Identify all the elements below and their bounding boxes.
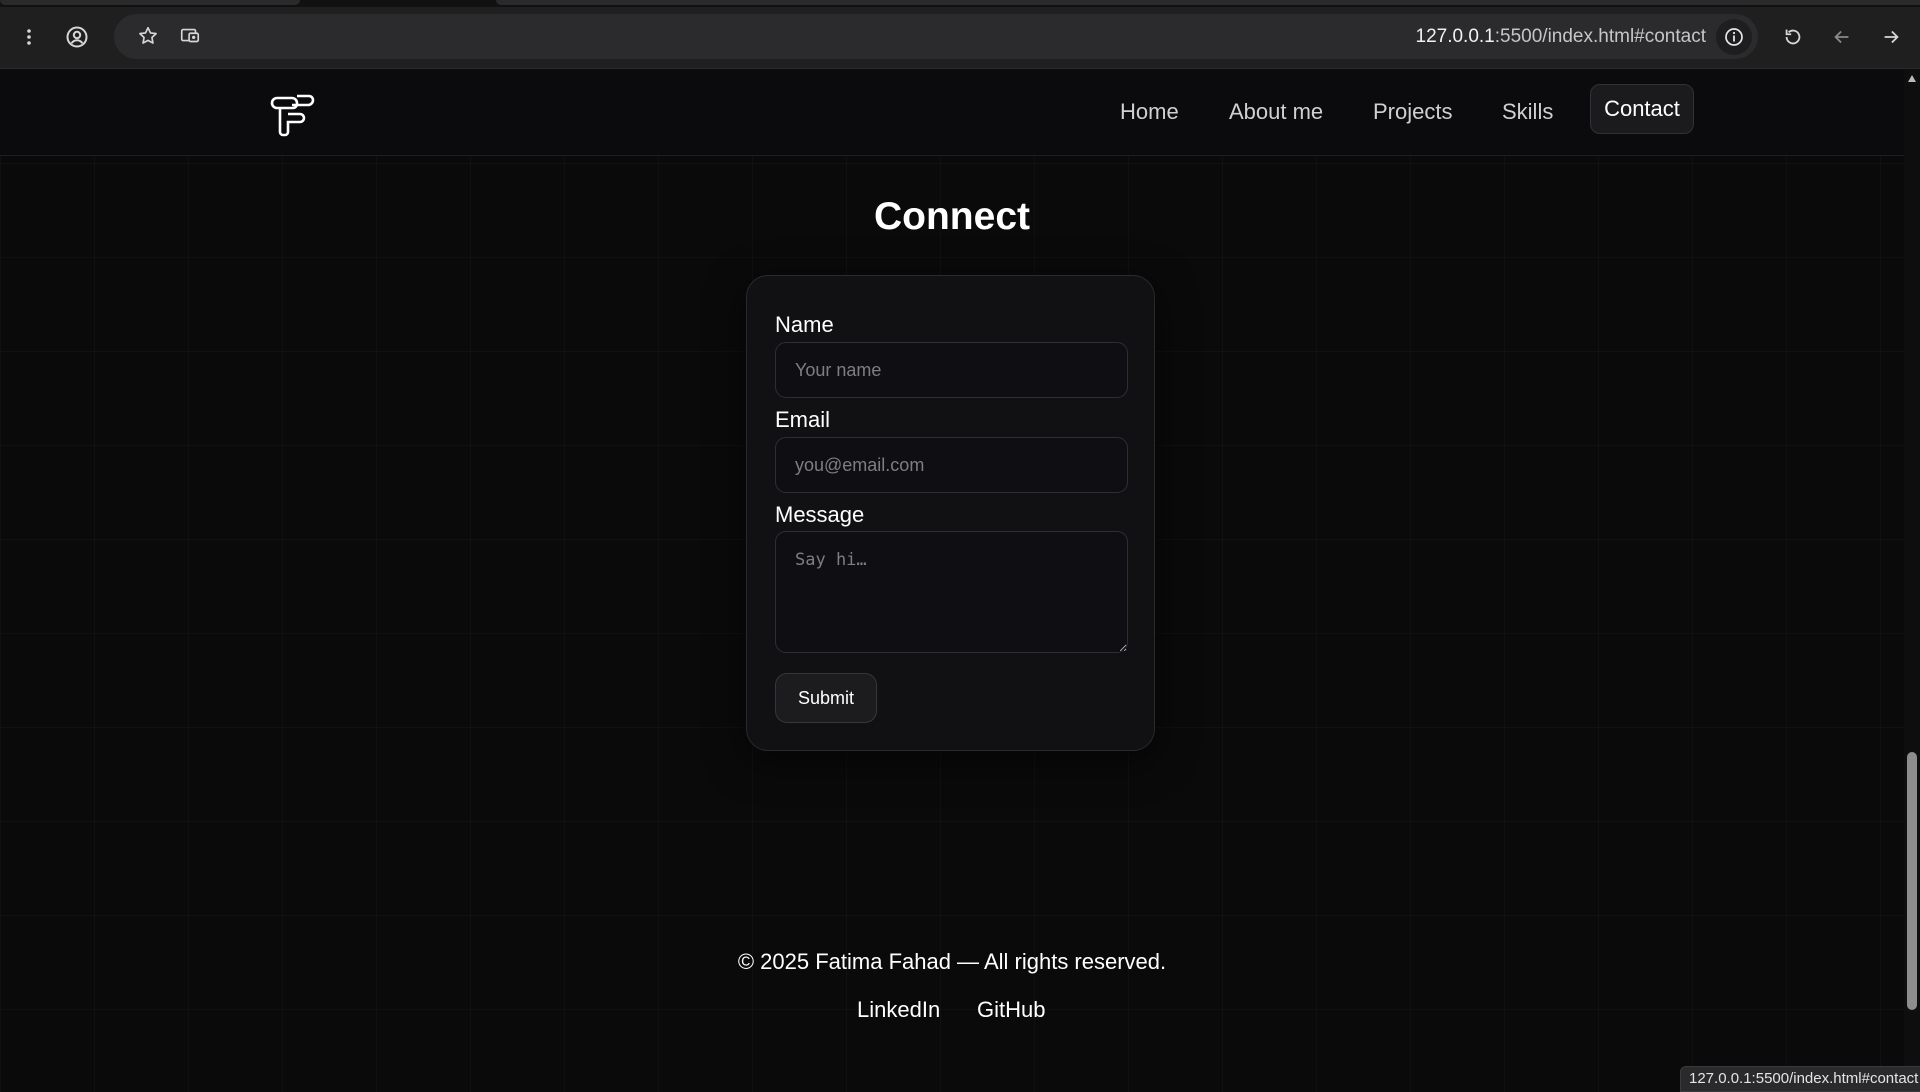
tab-active[interactable] (496, 0, 1920, 5)
forward-icon[interactable] (1874, 20, 1908, 54)
message-label: Message (775, 502, 865, 527)
address-bar[interactable]: 127.0.0.1:5500/index.html#contact (114, 14, 1758, 59)
email-label: Email (775, 407, 831, 432)
section-title: Connect (874, 195, 1030, 238)
page-scrollbar[interactable] (1904, 69, 1920, 1092)
account-icon[interactable] (60, 20, 94, 54)
scrollbar-thumb[interactable] (1907, 752, 1917, 1010)
back-icon[interactable] (1825, 20, 1859, 54)
info-icon[interactable] (1716, 19, 1752, 55)
url-path: :5500/index.html#contact (1494, 26, 1706, 47)
name-label: Name (775, 312, 834, 337)
submit-button[interactable]: Submit (775, 673, 877, 723)
contact-form: Name Email Message Submit (746, 275, 1155, 751)
tab[interactable] (0, 0, 300, 5)
email-input[interactable] (775, 437, 1128, 493)
message-textarea[interactable] (775, 531, 1128, 653)
browser-toolbar: 127.0.0.1:5500/index.html#contact (0, 0, 1920, 69)
more-vert-icon[interactable] (12, 20, 46, 54)
footer-link-linkedin[interactable]: LinkedIn (857, 997, 940, 1023)
nav-contact[interactable]: Contact (1590, 84, 1694, 134)
scroll-up-arrow-icon[interactable] (1908, 75, 1916, 82)
nav-about[interactable]: About me (1229, 99, 1323, 125)
logo-icon[interactable] (262, 83, 320, 141)
nav-home[interactable]: Home (1120, 99, 1179, 125)
url-host: 127.0.0.1 (1415, 26, 1495, 47)
footer-link-github[interactable]: GitHub (977, 997, 1045, 1023)
site-navbar: Home About me Projects Skills Contact (0, 69, 1904, 156)
url-text[interactable]: 127.0.0.1:5500/index.html#contact (1416, 26, 1707, 48)
status-url-bubble: 127.0.0.1:5500/index.html#contact (1680, 1066, 1920, 1092)
name-input[interactable] (775, 342, 1128, 398)
reload-icon[interactable] (1776, 20, 1810, 54)
nav-skills[interactable]: Skills (1502, 99, 1553, 125)
cast-icon[interactable] (176, 22, 204, 50)
nav-projects[interactable]: Projects (1373, 99, 1452, 125)
footer-copyright: © 2025 Fatima Fahad — All rights reserve… (737, 949, 1167, 974)
page-viewport: Home About me Projects Skills Contact Co… (0, 69, 1904, 1092)
star-icon[interactable] (134, 22, 162, 50)
tab-strip (0, 0, 1920, 7)
